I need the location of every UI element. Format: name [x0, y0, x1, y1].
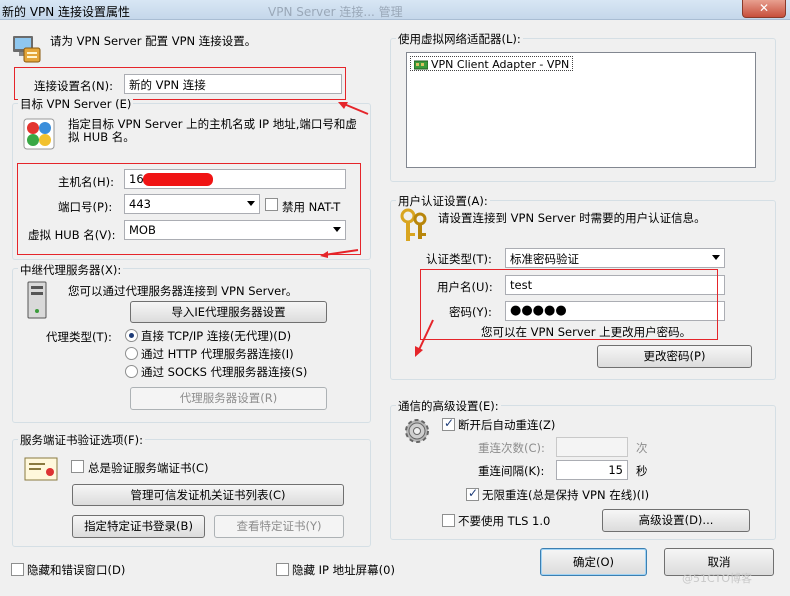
adapter-group-label: 使用虚拟网络适配器(L):: [396, 31, 523, 47]
infinite-reconnect-label: 无限重连(总是保持 VPN 在线)(I): [482, 488, 650, 502]
network-adapter-icon: [413, 59, 429, 70]
advanced-settings-button[interactable]: 高级设置(D)...: [602, 509, 750, 532]
hide-status-label: 隐藏和错误窗口(D): [27, 563, 126, 577]
proxy-settings-button[interactable]: 代理服务器设置(R): [130, 387, 327, 410]
ok-button[interactable]: 确定(O): [540, 548, 647, 576]
retry-interval-unit: 秒: [636, 464, 648, 478]
proxy-group-label: 中继代理服务器(X):: [18, 262, 124, 278]
window-title: 新的 VPN 连接设置属性: [2, 5, 131, 19]
auto-reconnect-label: 断开后自动重连(Z): [458, 418, 556, 432]
auth-type-value: 标准密码验证: [510, 252, 579, 266]
target-server-group-label: 目标 VPN Server (E): [18, 96, 134, 112]
proxy-http-label: 通过 HTTP 代理服务器连接(I): [141, 347, 294, 361]
retry-count-input[interactable]: [556, 437, 628, 457]
hide-ip-label: 隐藏 IP 地址屏幕(0): [292, 563, 395, 577]
proxy-socks-radio[interactable]: [125, 365, 138, 378]
settings-computer-icon: [10, 32, 42, 64]
proxy-direct-radio[interactable]: [125, 329, 138, 342]
chevron-down-icon: [712, 255, 720, 260]
specify-cert-button[interactable]: 指定特定证书登录(B): [72, 515, 205, 538]
server-network-icon: [22, 117, 56, 151]
annotation-box: [420, 269, 718, 340]
gear-icon: [400, 414, 434, 448]
annotation-arrow: [336, 100, 370, 116]
proxy-socks-label: 通过 SOCKS 代理服务器连接(S): [141, 365, 308, 379]
auth-type-combo[interactable]: 标准密码验证: [505, 248, 725, 268]
target-server-description: 指定目标 VPN Server 上的主机名或 IP 地址,端口号和虚拟 HUB …: [68, 117, 357, 144]
keys-icon: [398, 207, 430, 245]
retry-count-label: 重连次数(C):: [478, 441, 545, 455]
certificate-icon: [24, 457, 58, 481]
auto-reconnect-checkbox[interactable]: [442, 416, 455, 431]
retry-interval-label: 重连间隔(K):: [478, 464, 545, 478]
close-button[interactable]: ✕: [742, 0, 786, 18]
background-window-title: VPN Server 连接... 管理: [268, 5, 403, 19]
view-cert-button[interactable]: 查看特定证书(Y): [214, 515, 344, 538]
proxy-type-label: 代理类型(T):: [46, 330, 112, 344]
hide-ip-checkbox[interactable]: [276, 563, 289, 576]
adapter-item-label: VPN Client Adapter - VPN: [431, 58, 570, 71]
watermark: @51CTO博客: [682, 572, 753, 585]
no-tls-checkbox[interactable]: [442, 514, 455, 527]
title-bar: 新的 VPN 连接设置属性 VPN Server 连接... 管理 ✕: [0, 0, 790, 20]
advanced-group-label: 通信的高级设置(E):: [396, 398, 501, 414]
proxy-direct-label: 直接 TCP/IP 连接(无代理)(D): [141, 329, 292, 343]
change-password-button[interactable]: 更改密码(P): [597, 345, 752, 368]
intro-text: 请为 VPN Server 配置 VPN 连接设置。: [50, 34, 257, 48]
cert-group-label: 服务端证书验证选项(F):: [18, 432, 145, 448]
infinite-reconnect-checkbox[interactable]: [466, 486, 479, 501]
no-tls-label: 不要使用 TLS 1.0: [458, 514, 551, 528]
hide-status-checkbox[interactable]: [11, 563, 24, 576]
annotation-arrow: [413, 318, 435, 358]
always-verify-cert-checkbox[interactable]: [71, 460, 84, 473]
manage-trusted-ca-button[interactable]: 管理可信发证机关证书列表(C): [72, 484, 344, 506]
annotation-arrow: [318, 246, 360, 258]
retry-count-unit: 次: [636, 441, 648, 455]
proxy-server-icon: [26, 281, 48, 319]
import-ie-proxy-button[interactable]: 导入IE代理服务器设置: [130, 301, 327, 323]
annotation-box: [17, 163, 361, 255]
adapter-list-item[interactable]: VPN Client Adapter - VPN: [410, 56, 574, 71]
retry-interval-input[interactable]: 15: [556, 460, 628, 480]
auth-type-label: 认证类型(T):: [426, 252, 492, 266]
auth-description: 请设置连接到 VPN Server 时需要的用户认证信息。: [438, 211, 706, 225]
adapter-list[interactable]: VPN Client Adapter - VPN: [406, 52, 756, 168]
proxy-description: 您可以通过代理服务器连接到 VPN Server。: [68, 284, 298, 298]
always-verify-cert-label: 总是验证服务端证书(C): [88, 461, 209, 475]
proxy-http-radio[interactable]: [125, 347, 138, 360]
